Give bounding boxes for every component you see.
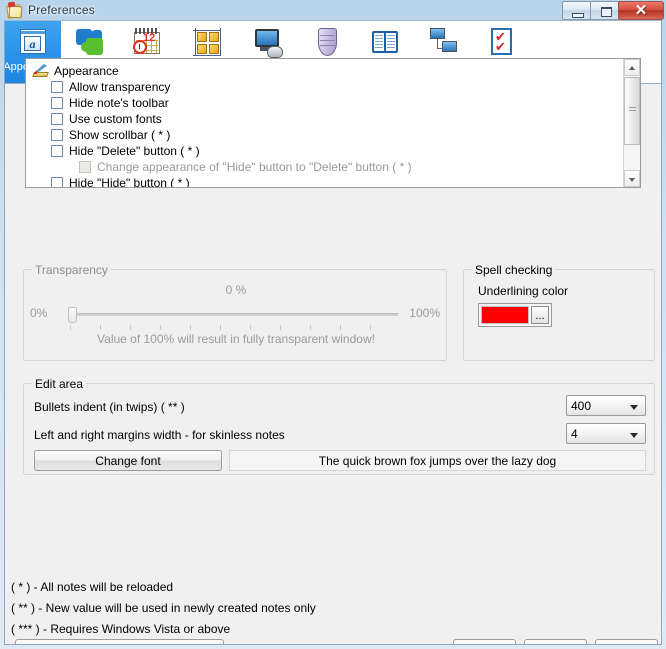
client-area: a Appearance Skins 12 Schedule (4, 20, 662, 645)
grip-icon (629, 107, 636, 113)
combo-value: 4 (571, 426, 578, 441)
color-swatch[interactable] (481, 306, 529, 324)
tree-item-label: Hide note's toolbar (69, 96, 169, 110)
transparency-legend: Transparency (32, 263, 111, 277)
checkbox[interactable] (51, 97, 63, 109)
preferences-window: Preferences ✕ a Appearance Skins (0, 0, 666, 649)
spell-checking-group: Spell checking Underlining color ... (463, 263, 655, 361)
schedule-icon: 12 (131, 26, 163, 58)
tree-root-row[interactable]: Appearance (31, 63, 624, 79)
tree-item-label: Hide "Hide" button ( * ) (69, 176, 190, 187)
tree-item-label: Use custom fonts (69, 112, 162, 126)
slider-thumb[interactable] (68, 307, 77, 323)
tree-item-allow-transparency[interactable]: Allow transparency (31, 79, 624, 95)
skins-icon (73, 26, 105, 58)
diary-icon (369, 26, 401, 58)
margins-width-label: Left and right margins width - for skinl… (34, 428, 285, 442)
checkbox[interactable] (51, 177, 63, 187)
combo-value: 400 (571, 398, 592, 413)
tree-item-use-custom-fonts[interactable]: Use custom fonts (31, 111, 624, 127)
transparency-slider[interactable] (68, 306, 398, 330)
minimize-button[interactable] (562, 1, 591, 20)
spell-checking-legend: Spell checking (472, 263, 556, 277)
checkbox[interactable] (51, 129, 63, 141)
chevron-up-icon (629, 66, 635, 70)
behavior-icon (251, 26, 283, 58)
chevron-down-icon (629, 178, 635, 182)
misc-icon: ✔ ✔ (485, 26, 517, 58)
footnotes: ( * ) - All notes will be reloaded ( ** … (11, 577, 511, 640)
scrollbar-thumb[interactable] (624, 77, 640, 145)
network-icon (427, 26, 459, 58)
edit-area-group: Edit area Bullets indent (in twips) ( **… (23, 377, 655, 475)
tree-item-label: Hide "Delete" button ( * ) (69, 144, 200, 158)
footnote-single-star: ( * ) - All notes will be reloaded (11, 580, 174, 594)
tree-item-hide-notes-toolbar[interactable]: Hide note's toolbar (31, 95, 624, 111)
slider-ticks (70, 325, 398, 330)
footnote-triple-star: ( *** ) - Requires Windows Vista or abov… (11, 622, 231, 636)
protection-icon (311, 26, 343, 58)
chevron-down-icon (630, 433, 638, 438)
transparency-group: Transparency 0 % 0% 100% Value of 100% w… (23, 263, 447, 361)
notepad-icon (6, 1, 23, 19)
checkbox (79, 161, 91, 173)
options-tree[interactable]: Appearance Allow transparency Hide note'… (25, 58, 641, 188)
scroll-down-button[interactable] (624, 170, 640, 187)
tree-item-change-hide-to-delete: Change appearance of "Hide" button to "D… (31, 159, 624, 175)
margins-width-combo[interactable]: 4 (566, 423, 646, 444)
docking-icon (191, 26, 223, 58)
bullets-indent-label: Bullets indent (in twips) ( ** ) (34, 400, 185, 414)
checkbox[interactable] (51, 81, 63, 93)
tree-item-hide-hide-button[interactable]: Hide "Hide" button ( * ) (31, 175, 624, 187)
color-browse-button[interactable]: ... (531, 306, 549, 324)
underlining-color-label: Underlining color (478, 284, 569, 298)
tree-scrollbar[interactable] (623, 59, 640, 187)
transparency-note: Value of 100% will result in fully trans… (97, 332, 375, 346)
font-sample-preview: The quick brown fox jumps over the lazy … (229, 450, 646, 471)
tree-item-label: Allow transparency (69, 80, 171, 94)
bullets-indent-combo[interactable]: 400 (566, 395, 646, 416)
chevron-down-icon (630, 405, 638, 410)
slider-track (68, 313, 398, 316)
window-controls: ✕ (562, 1, 664, 21)
edit-area-legend: Edit area (32, 377, 87, 391)
appearance-pencil-ruler-icon (32, 64, 49, 78)
ok-button[interactable]: OK (453, 639, 516, 644)
tree-item-label: Change appearance of "Hide" button to "D… (97, 160, 412, 174)
checkbox[interactable] (51, 113, 63, 125)
transparency-value: 0 % (225, 283, 247, 297)
maximize-button[interactable] (590, 1, 619, 20)
transparency-max-label: 100% (409, 306, 440, 320)
change-font-button[interactable]: Change font (34, 450, 222, 471)
window-title: Preferences (28, 3, 95, 17)
apply-button[interactable]: Apply (595, 639, 658, 644)
footnote-double-star: ( ** ) - New value will be used in newly… (11, 601, 316, 615)
transparency-min-label: 0% (30, 306, 48, 320)
cancel-button[interactable]: Cancel (524, 639, 587, 644)
underlining-color-picker[interactable]: ... (478, 303, 552, 327)
appearance-icon: a (17, 26, 49, 58)
checkbox[interactable] (51, 145, 63, 157)
close-button[interactable]: ✕ (618, 1, 664, 20)
default-preferences-button[interactable]: Default preferences (15, 639, 224, 644)
tree-root-label: Appearance (54, 64, 119, 78)
tree-item-label: Show scrollbar ( * ) (69, 128, 171, 142)
tree-item-hide-delete-button[interactable]: Hide "Delete" button ( * ) (31, 143, 624, 159)
options-tree-content: Appearance Allow transparency Hide note'… (26, 59, 624, 187)
close-icon: ✕ (634, 1, 648, 19)
tree-item-show-scrollbar[interactable]: Show scrollbar ( * ) (31, 127, 624, 143)
scroll-up-button[interactable] (624, 59, 640, 76)
